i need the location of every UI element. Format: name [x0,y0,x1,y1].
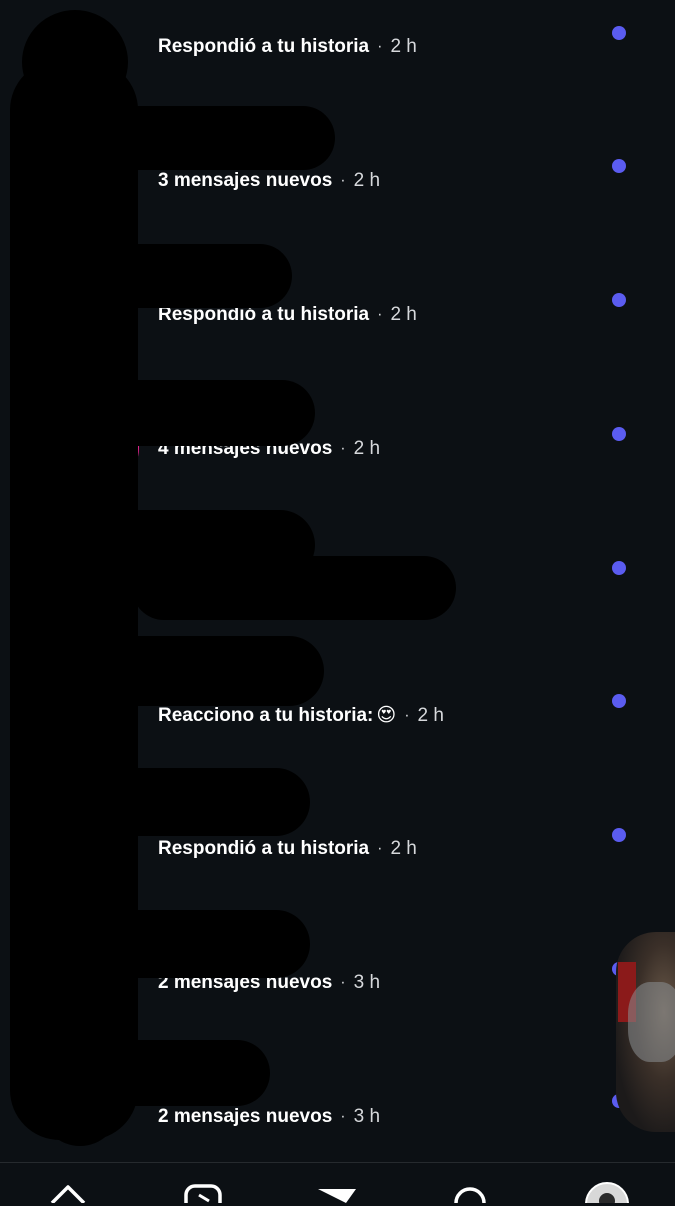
separator: · [340,172,346,189]
message-preview: Reacciono a tu historia: 😍 · 2 h [158,704,444,727]
message-preview: Respondió a tu historia · 2 h [158,36,417,58]
unread-indicator [612,26,626,40]
send-icon[interactable] [316,1183,358,1203]
message-status: 2 mensajes nuevos [158,1106,333,1127]
story-thumbnail[interactable] [616,932,675,1132]
separator: · [340,440,346,457]
unread-indicator [612,561,626,575]
redaction-mark [30,106,335,170]
separator: · [404,706,410,724]
thumbnail-glass [628,982,675,1062]
heart-eyes-emoji: 😍 [376,705,397,726]
message-time: 3 h [353,972,381,993]
message-time: 2 h [390,304,417,325]
separator: · [340,974,346,991]
message-time: 2 h [390,36,417,57]
message-time: 2 h [353,170,381,191]
unread-indicator [612,694,626,708]
redaction-mark [132,556,456,620]
unread-indicator [612,159,626,173]
redaction-mark [30,380,315,446]
message-time: 2 h [353,438,381,459]
separator: · [377,840,383,857]
reels-icon[interactable] [183,1183,223,1203]
message-status: 3 mensajes nuevos [158,170,333,191]
redaction-mark [30,768,310,836]
redaction-mark [10,60,138,1140]
redaction-mark [30,636,324,706]
message-time: 2 h [417,704,444,726]
message-preview: 2 mensajes nuevos · 3 h [158,1106,380,1128]
message-status: Respondió a tu historia [158,36,370,57]
message-time: 3 h [353,1106,381,1127]
separator: · [377,306,383,323]
unread-indicator [612,828,626,842]
search-icon[interactable] [452,1183,492,1203]
message-status: Reacciono a tu historia: [158,704,374,726]
message-time: 2 h [390,838,417,859]
separator: · [340,1108,346,1125]
bottom-navigation [0,1162,675,1203]
message-status: Respondió a tu historia [158,838,370,859]
unread-indicator [612,427,626,441]
unread-indicator [612,293,626,307]
message-preview: 3 mensajes nuevos · 2 h [158,170,380,192]
redaction-mark [30,244,292,308]
redaction-mark [40,1060,120,1146]
redaction-mark [30,910,310,978]
separator: · [377,38,383,55]
message-preview: Respondió a tu historia · 2 h [158,838,417,860]
home-icon[interactable] [48,1183,88,1203]
